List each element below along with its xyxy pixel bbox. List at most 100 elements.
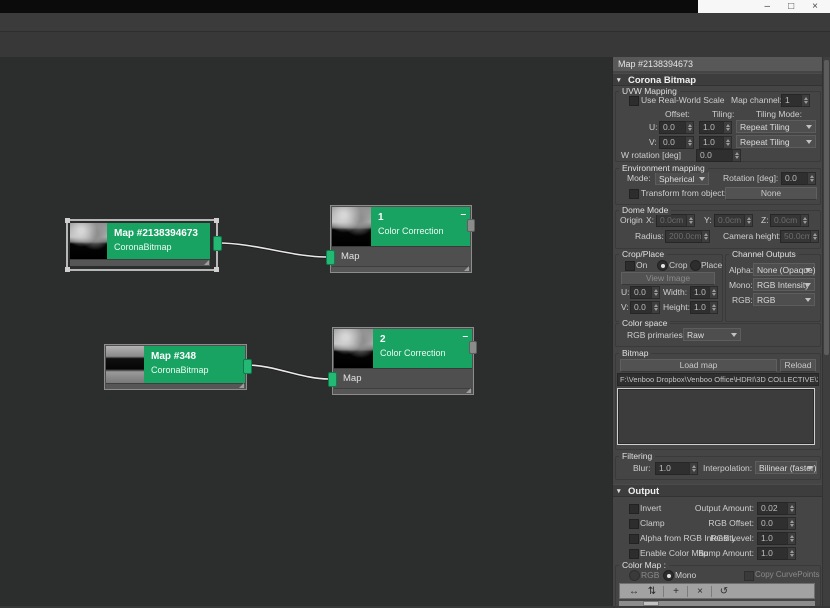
w-rotation-field[interactable]: 0.0	[696, 149, 734, 162]
crop-u-field[interactable]: 0.0	[630, 286, 653, 299]
map-channel-field[interactable]: 1	[781, 94, 803, 107]
node-editor-canvas[interactable]: Map #2138394673 CoronaBitmap 1 Color Cor…	[0, 57, 612, 606]
collapse-icon[interactable]: –	[460, 209, 466, 220]
input-socket[interactable]	[328, 372, 337, 387]
scale-point-icon[interactable]: ⇅	[644, 585, 660, 598]
alpha-dropdown[interactable]: None (Opaque)	[753, 263, 815, 276]
v-tiling-field[interactable]: 1.0	[699, 136, 725, 149]
close-button[interactable]: ×	[812, 2, 818, 12]
u-offset-field[interactable]: 0.0	[659, 121, 687, 134]
input-socket[interactable]	[326, 250, 335, 265]
node-header[interactable]: 1 Color Correction –	[371, 207, 470, 246]
node-corona-bitmap-2[interactable]: Map #348 CoronaBitmap	[104, 344, 247, 390]
node-header[interactable]: Map #348 CoronaBitmap	[144, 346, 245, 383]
enable-color-map-checkbox[interactable]	[629, 549, 639, 559]
crop-u-spinner[interactable]	[651, 286, 660, 299]
rgb-offset-spinner[interactable]	[787, 517, 796, 530]
crop-radio[interactable]	[657, 260, 668, 271]
output-socket[interactable]	[467, 219, 475, 232]
crop-height-spinner[interactable]	[709, 301, 718, 314]
rgb-level-spinner[interactable]	[787, 532, 796, 545]
reset-curves-icon[interactable]: ↺	[716, 585, 732, 598]
bump-amount-spinner[interactable]	[787, 547, 796, 560]
blur-field[interactable]: 1.0	[655, 462, 691, 475]
crop-height-label: Height:	[663, 302, 690, 312]
node-corona-bitmap-1[interactable]: Map #2138394673 CoronaBitmap	[66, 219, 218, 271]
view-image-button[interactable]: View Image	[621, 272, 715, 285]
invert-checkbox[interactable]	[629, 504, 639, 514]
curve-scrollbar[interactable]	[619, 601, 815, 606]
u-tiling-spinner[interactable]	[723, 121, 732, 134]
env-mode-dropdown[interactable]: Spherical	[655, 172, 709, 185]
selection-handle[interactable]	[65, 267, 70, 272]
colormap-mono-radio[interactable]	[663, 570, 674, 581]
w-rotation-spinner[interactable]	[732, 149, 741, 162]
rgb-offset-field[interactable]: 0.0	[757, 517, 789, 530]
v-tiling-spinner[interactable]	[723, 136, 732, 149]
output-socket[interactable]	[469, 341, 477, 354]
delete-point-icon[interactable]: ×	[692, 585, 708, 598]
output-amount-field[interactable]: 0.02	[757, 502, 789, 515]
bitmap-path-field[interactable]: F:\Venboo Dropbox\Venboo Office\HDRI\3D …	[617, 373, 819, 386]
panel-scrollbar[interactable]	[822, 57, 830, 606]
curve-scroll-thumb[interactable]	[643, 601, 659, 606]
v-tiling-mode-dropdown[interactable]: Repeat Tiling	[736, 135, 816, 148]
node-color-correction-2[interactable]: 2 Color Correction – Map	[332, 327, 474, 395]
transform-object-none-button[interactable]: None	[725, 187, 817, 200]
node-input-slot[interactable]: Map	[332, 246, 470, 266]
rollout-corona-bitmap[interactable]: ▾ Corona Bitmap	[613, 73, 823, 86]
node-header[interactable]: Map #2138394673 CoronaBitmap	[107, 223, 210, 259]
panel-scroll-thumb[interactable]	[824, 60, 829, 355]
blur-spinner[interactable]	[689, 462, 698, 475]
clamp-label: Clamp	[640, 518, 665, 528]
u-tiling-field[interactable]: 1.0	[699, 121, 725, 134]
node-input-slot[interactable]: Map	[334, 368, 472, 388]
crop-on-checkbox[interactable]	[625, 261, 635, 271]
output-amount-spinner[interactable]	[787, 502, 796, 515]
use-real-world-checkbox[interactable]	[629, 96, 639, 106]
env-rotation-spinner[interactable]	[807, 172, 816, 185]
v-offset-spinner[interactable]	[685, 136, 694, 149]
output-socket[interactable]	[213, 236, 222, 251]
resize-grip-icon[interactable]	[464, 266, 469, 271]
copy-curvepoints-checkbox[interactable]	[744, 571, 754, 581]
selection-handle[interactable]	[214, 267, 219, 272]
bump-amount-field[interactable]: 1.0	[757, 547, 789, 560]
node-color-correction-1[interactable]: 1 Color Correction – Map	[330, 205, 472, 273]
v-offset-field[interactable]: 0.0	[659, 136, 687, 149]
selection-handle[interactable]	[214, 218, 219, 223]
rgb-level-field[interactable]: 1.0	[757, 532, 789, 545]
mono-dropdown[interactable]: RGB Intensity	[753, 278, 815, 291]
resize-grip-icon[interactable]	[204, 260, 209, 265]
reload-button[interactable]: Reload	[780, 359, 816, 372]
resize-grip-icon[interactable]	[239, 383, 244, 388]
load-map-button[interactable]: Load map	[620, 359, 777, 372]
maximize-button[interactable]: □	[788, 2, 794, 12]
output-socket[interactable]	[243, 359, 252, 374]
u-tiling-mode-dropdown[interactable]: Repeat Tiling	[736, 120, 816, 133]
colormap-rgb-radio[interactable]	[629, 570, 640, 581]
interpolation-dropdown[interactable]: Bilinear (faster)	[755, 461, 817, 474]
add-point-icon[interactable]: +	[668, 585, 684, 598]
crop-height-field[interactable]: 1.0	[690, 301, 711, 314]
crop-v-field[interactable]: 0.0	[630, 301, 653, 314]
resize-grip-icon[interactable]	[466, 388, 471, 393]
rgb-dropdown[interactable]: RGB	[753, 293, 815, 306]
map-channel-spinner[interactable]	[801, 94, 810, 107]
minimize-button[interactable]: –	[765, 2, 771, 12]
crop-v-spinner[interactable]	[651, 301, 660, 314]
place-radio[interactable]	[690, 260, 701, 271]
collapse-icon[interactable]: –	[462, 331, 468, 342]
crop-width-field[interactable]: 1.0	[690, 286, 711, 299]
alpha-from-rgb-checkbox[interactable]	[629, 534, 639, 544]
rgb-primaries-dropdown[interactable]: Raw	[683, 328, 741, 341]
clamp-checkbox[interactable]	[629, 519, 639, 529]
node-header[interactable]: 2 Color Correction –	[373, 329, 472, 368]
crop-width-spinner[interactable]	[709, 286, 718, 299]
node-title: Map #2138394673	[107, 223, 210, 239]
env-rotation-field[interactable]: 0.0	[781, 172, 809, 185]
rollout-output[interactable]: ▾ Output	[613, 484, 823, 497]
transform-from-object-checkbox[interactable]	[629, 189, 639, 199]
move-point-icon[interactable]: ↔	[626, 585, 642, 598]
u-offset-spinner[interactable]	[685, 121, 694, 134]
